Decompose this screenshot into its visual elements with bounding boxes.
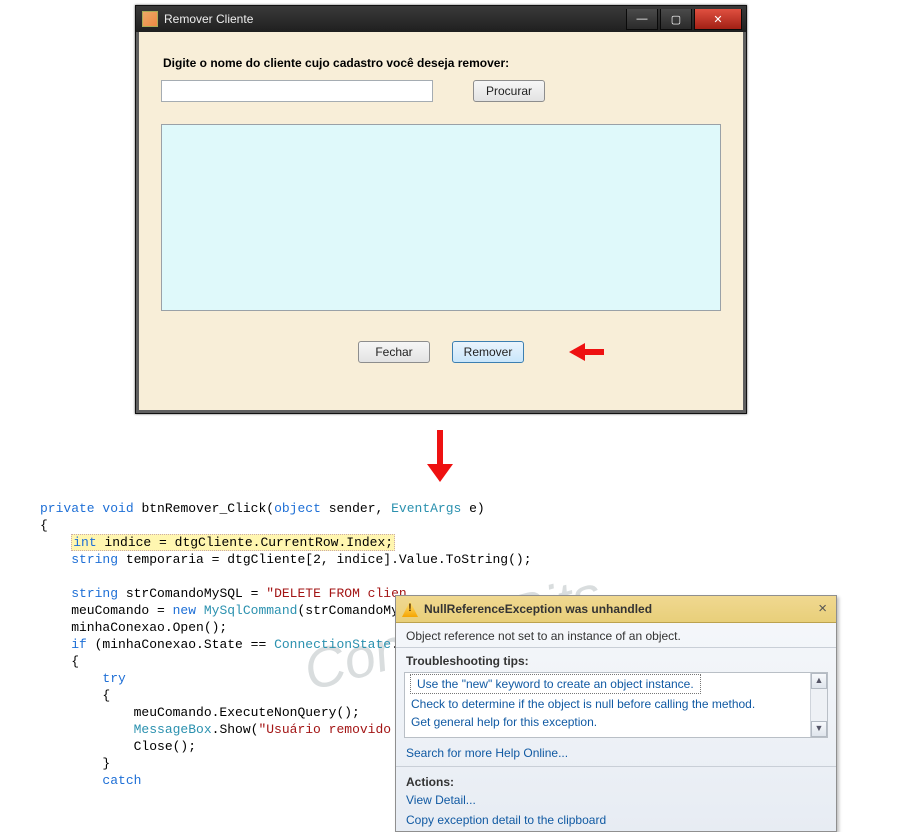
scroll-up-icon[interactable]: ▲ [811, 673, 827, 689]
titlebar[interactable]: Remover Cliente — ▢ ✕ [136, 6, 746, 32]
code-token: (strComandoMyS [297, 603, 406, 618]
code-token: indice = dtgCliente.CurrentRow.Index; [97, 535, 393, 550]
actions-heading: Actions: [396, 769, 836, 791]
minimize-button[interactable]: — [626, 9, 658, 30]
divider [396, 766, 836, 767]
annotation-arrow-left-icon [560, 345, 606, 359]
code-token: strComandoMySQL = [118, 586, 266, 601]
code-token: new [173, 603, 196, 618]
code-token: MessageBox [134, 722, 212, 737]
code-token: { [40, 688, 110, 703]
window-close-button[interactable]: ✕ [694, 9, 742, 30]
procurar-button[interactable]: Procurar [473, 80, 545, 102]
code-token: "Usuário removido c [258, 722, 406, 737]
exception-popup: NullReferenceException was unhandled × O… [395, 595, 837, 832]
code-token: { [40, 518, 48, 533]
search-help-link[interactable]: Search for more Help Online... [396, 744, 836, 764]
code-token: void [102, 501, 133, 516]
copy-detail-link[interactable]: Copy exception detail to the clipboard [396, 811, 836, 831]
exception-description: Object reference not set to an instance … [396, 623, 836, 648]
tips-list: Use the "new" keyword to create an objec… [404, 672, 828, 738]
code-token: string [71, 586, 118, 601]
code-token: MySqlCommand [204, 603, 298, 618]
code-token: } [40, 756, 110, 771]
code-token: temporaria = dtgCliente[2, indice].Value… [118, 552, 531, 567]
code-token: meuComando.ExecuteNonQuery(); [40, 705, 360, 720]
code-token [40, 671, 102, 686]
app-icon [142, 11, 158, 27]
code-token: meuComando = [40, 603, 173, 618]
code-token: Close(); [40, 739, 196, 754]
code-token: sender, [321, 501, 391, 516]
prompt-label: Digite o nome do cliente cujo cadastro v… [163, 56, 721, 70]
code-token [40, 552, 71, 567]
tip-link[interactable]: Use the "new" keyword to create an objec… [411, 675, 700, 693]
exception-header: NullReferenceException was unhandled × [396, 596, 836, 623]
code-token: { [40, 654, 79, 669]
code-token [40, 637, 71, 652]
fechar-button[interactable]: Fechar [358, 341, 430, 363]
annotation-arrow-down-icon [430, 430, 450, 484]
results-grid[interactable] [161, 124, 721, 311]
cliente-name-input[interactable] [161, 80, 433, 102]
code-token [40, 773, 102, 788]
view-detail-link[interactable]: View Detail... [396, 791, 836, 811]
code-token: (minhaConexao.State == [87, 637, 274, 652]
scroll-down-icon[interactable]: ▼ [811, 721, 827, 737]
code-token: minhaConexao.Open(); [40, 620, 227, 635]
code-token: try [102, 671, 125, 686]
code-token: ConnectionState [274, 637, 391, 652]
exception-title: NullReferenceException was unhandled [424, 602, 815, 616]
code-token: btnRemover_Click( [134, 501, 274, 516]
maximize-button[interactable]: ▢ [660, 9, 692, 30]
remover-cliente-window: Remover Cliente — ▢ ✕ Digite o nome do c… [135, 5, 747, 414]
code-token [196, 603, 204, 618]
remover-button[interactable]: Remover [452, 341, 524, 363]
code-token: catch [102, 773, 141, 788]
window-title: Remover Cliente [164, 12, 624, 26]
code-token: .Show( [212, 722, 259, 737]
code-token: private [40, 501, 95, 516]
code-token [40, 722, 134, 737]
code-token [40, 535, 71, 550]
warning-icon [402, 601, 418, 617]
code-token: int [73, 535, 96, 550]
code-token [40, 586, 71, 601]
code-token: "DELETE FROM clien [266, 586, 406, 601]
code-token: object [274, 501, 321, 516]
tip-link[interactable]: Get general help for this exception. [405, 713, 827, 731]
tips-scrollbar[interactable]: ▲ ▼ [810, 673, 827, 737]
code-token: if [71, 637, 87, 652]
tip-link[interactable]: Check to determine if the object is null… [405, 695, 827, 713]
code-token: string [71, 552, 118, 567]
exception-close-button[interactable]: × [815, 602, 830, 616]
tips-heading: Troubleshooting tips: [396, 648, 836, 670]
code-token: e) [461, 501, 484, 516]
code-token: EventArgs [391, 501, 461, 516]
